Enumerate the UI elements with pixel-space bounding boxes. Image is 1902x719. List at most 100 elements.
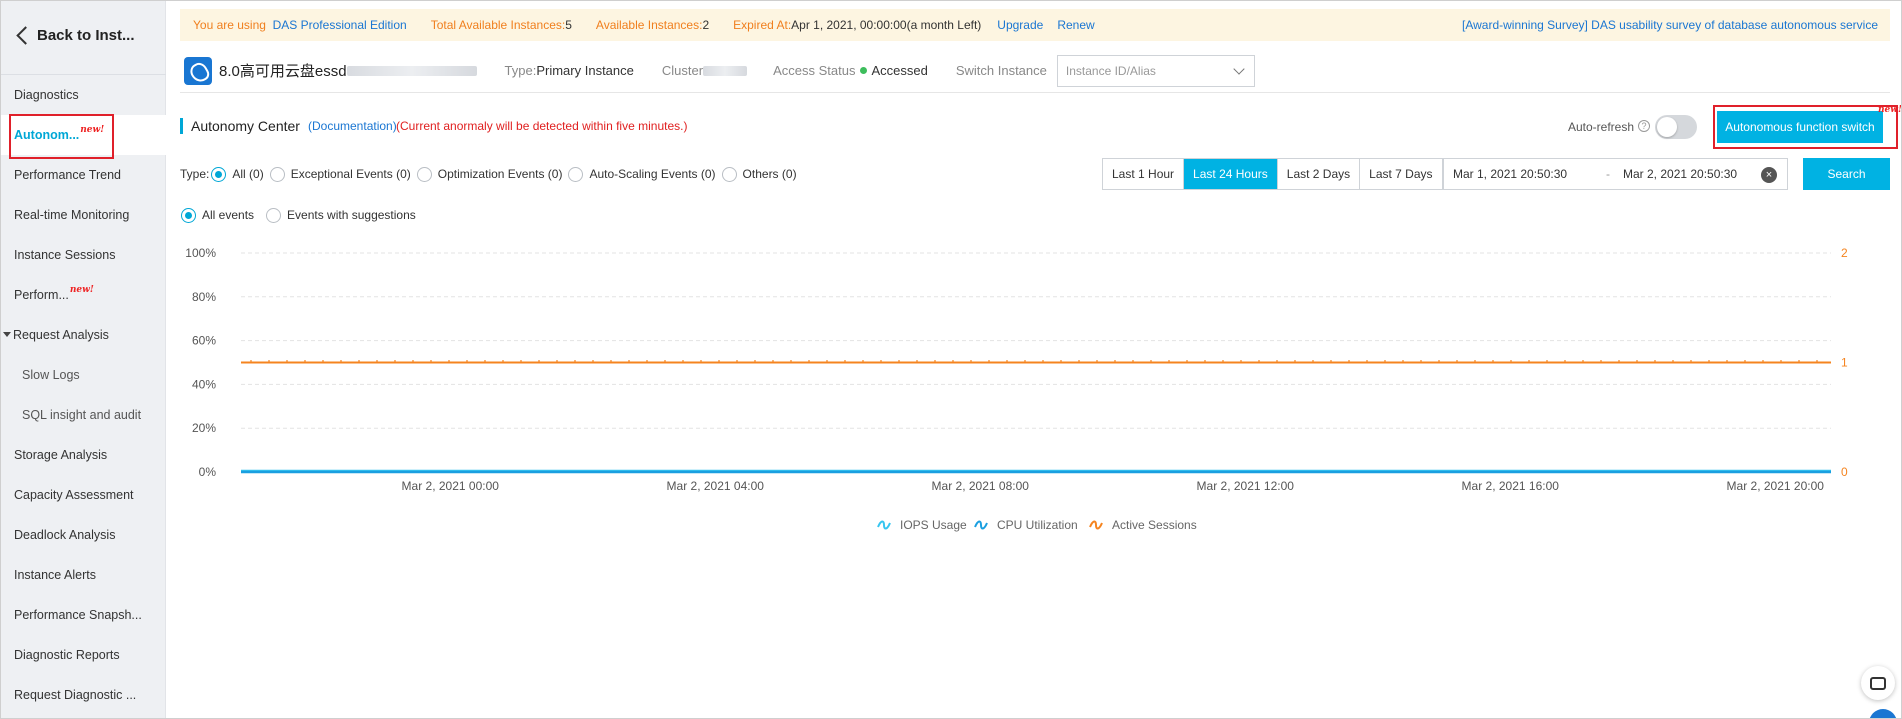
mysql-dolphin-icon [184, 56, 212, 85]
switch-instance-select[interactable]: Instance ID/Alias [1056, 54, 1255, 87]
cluster-label: Cluster [661, 63, 704, 78]
sidebar-item[interactable]: Capacity Assessment [1, 475, 166, 515]
sidebar-item[interactable]: Instance Sessions [1, 235, 166, 275]
chevron-left-icon [15, 25, 29, 45]
event-type-radio[interactable]: Others (0) [721, 166, 797, 182]
auto-refresh-toggle[interactable] [1655, 115, 1697, 139]
legend-item[interactable]: IOPS Usage [877, 518, 967, 532]
help-icon[interactable]: ? [1638, 120, 1650, 132]
y-left-tick-label: 60% [192, 334, 216, 348]
radio-label: Optimization Events (0) [437, 167, 563, 181]
event-type-radio[interactable]: Auto-Scaling Events (0) [568, 166, 716, 182]
sidebar-item-label: Performance Snapsh... [14, 608, 142, 622]
y-left-tick-label: 0% [199, 465, 217, 479]
edition-banner: You are using DAS Professional Edition T… [180, 9, 1890, 41]
sidebar-item[interactable]: SQL insight and audit [1, 395, 166, 435]
status-dot-icon [860, 66, 868, 74]
assistant-avatar[interactable] [1869, 709, 1897, 718]
chevron-down-icon [1233, 62, 1245, 75]
event-scope-radio[interactable]: All events [181, 207, 255, 223]
autonomous-function-switch-button[interactable]: Autonomous function switch [1717, 111, 1883, 143]
search-button-label: Search [1827, 167, 1866, 181]
banner-available-value: 2 [702, 18, 710, 32]
sidebar-item[interactable]: Perform... new! [1, 275, 166, 315]
y-left-tick-label: 40% [192, 377, 216, 391]
legend-item[interactable]: Active Sessions [1089, 518, 1197, 532]
back-to-instance-link[interactable]: Back to Inst... [15, 23, 135, 47]
sidebar-item-label: Diagnostics [14, 88, 79, 102]
sidebar-item-label: Storage Analysis [14, 448, 108, 462]
event-scope-filter: All events Events with suggestions [181, 205, 422, 225]
documentation-link[interactable]: (Documentation) [308, 119, 397, 133]
event-scope-radio[interactable]: Events with suggestions [266, 207, 416, 223]
redacted-cluster [703, 65, 748, 76]
y-right-tick-label: 2 [1841, 246, 1848, 260]
date-range-picker[interactable]: Mar 1, 2021 20:50:30 - Mar 2, 2021 20:50… [1443, 158, 1788, 190]
sidebar-item[interactable]: Diagnostics [1, 75, 166, 115]
chat-button[interactable] [1861, 666, 1895, 700]
switch-instance-placeholder: Instance ID/Alias [1065, 63, 1156, 78]
time-range-button[interactable]: Last 1 Hour [1103, 159, 1185, 189]
x-tick-label: Mar 2, 2021 08:00 [932, 479, 1030, 493]
x-tick-label: Mar 2, 2021 04:00 [667, 479, 765, 493]
renew-link[interactable]: Renew [1057, 18, 1094, 32]
radio-label: Auto-Scaling Events (0) [589, 167, 716, 181]
legend-label: IOPS Usage [900, 518, 967, 532]
radio-label: All events [202, 208, 255, 222]
auto-refresh-label: Auto-refresh [1568, 120, 1635, 134]
sidebar-item-label: Instance Sessions [14, 248, 116, 262]
radio-icon [266, 207, 282, 223]
banner-edition-link[interactable]: DAS Professional Edition [273, 18, 407, 32]
y-left-tick-label: 20% [192, 421, 216, 435]
upgrade-link[interactable]: Upgrade [997, 18, 1043, 32]
back-label: Back to Inst... [37, 26, 135, 44]
sidebar-item[interactable]: Storage Analysis [1, 435, 166, 475]
radio-icon [568, 166, 584, 182]
sidebar-item[interactable]: Slow Logs [1, 355, 166, 395]
sidebar-item-label: Instance Alerts [14, 568, 96, 582]
sidebar-item[interactable]: Diagnostic Reports [1, 635, 166, 675]
banner-available-label: Available Instances: [595, 18, 703, 32]
date-start[interactable]: Mar 1, 2021 20:50:30 [1453, 167, 1567, 181]
sidebar-item-label: Performance Trend [14, 168, 121, 182]
caret-down-icon [3, 332, 11, 337]
event-type-radio[interactable]: All (0) [211, 166, 264, 182]
y-left-tick-label: 80% [192, 290, 216, 304]
anomaly-notice: (Current anormaly will be detected withi… [396, 119, 688, 133]
time-range-button[interactable]: Last 2 Days [1277, 159, 1361, 189]
survey-link[interactable]: [Award-winning Survey] DAS usability sur… [1462, 18, 1878, 32]
sidebar-item-label: Perform... [14, 288, 69, 302]
event-type-radio[interactable]: Exceptional Events (0) [269, 166, 411, 182]
chart-legend: IOPS Usage CPU Utilization Active Sessions [1, 518, 1901, 538]
event-type-radio[interactable]: Optimization Events (0) [416, 166, 563, 182]
radio-icon [181, 207, 196, 223]
sidebar-item[interactable]: Request Diagnostic ... [1, 675, 166, 715]
date-end[interactable]: Mar 2, 2021 20:50:30 [1623, 167, 1737, 181]
time-range-button[interactable]: Last 7 Days [1360, 159, 1442, 189]
section-accent-bar [180, 118, 183, 134]
type-filter-label: Type: [180, 167, 210, 181]
sidebar-item[interactable]: Instance Alerts [1, 555, 166, 595]
time-range-button[interactable]: Last 24 Hours [1184, 159, 1278, 189]
sidebar-item[interactable]: Performance Trend [1, 155, 166, 195]
page-title: Autonomy Center [191, 118, 300, 134]
x-tick-label: Mar 2, 2021 20:00 [1727, 479, 1825, 493]
radio-label: Exceptional Events (0) [290, 167, 411, 181]
y-right-tick-label: 1 [1841, 356, 1848, 370]
type-label: Type: [504, 63, 537, 78]
sidebar-item-label: Capacity Assessment [14, 488, 134, 502]
x-tick-label: Mar 2, 2021 12:00 [1197, 479, 1295, 493]
radio-icon [721, 166, 737, 182]
sidebar-item-label: Slow Logs [22, 368, 80, 382]
sidebar-item-label: Real-time Monitoring [14, 208, 130, 222]
access-status-value: Accessed [871, 63, 928, 78]
clear-icon[interactable]: × [1761, 167, 1777, 183]
legend-item[interactable]: CPU Utilization [974, 518, 1078, 532]
instance-bar: 8.0高可用云盘essd Type: Primary Instance Clus… [180, 49, 1890, 93]
radio-icon [211, 166, 227, 182]
sidebar-item[interactable]: Performance Snapsh... [1, 595, 166, 635]
sidebar-item[interactable]: Autonom... new! [1, 115, 166, 155]
search-button[interactable]: Search [1803, 158, 1890, 190]
sidebar-item[interactable]: Real-time Monitoring [1, 195, 166, 235]
sidebar-item[interactable]: Request Analysis [1, 315, 166, 355]
